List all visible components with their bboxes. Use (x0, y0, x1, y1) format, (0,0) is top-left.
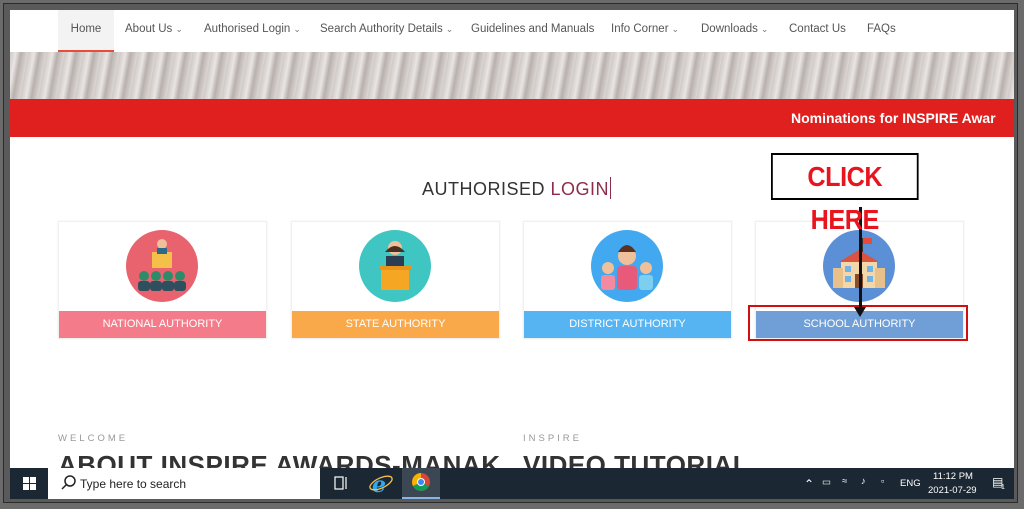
nav-downloads[interactable]: Downloads ⌄ (701, 10, 768, 50)
hero-banner-image (10, 52, 1014, 99)
nav-guidelines-label: Guidelines and Manuals (471, 23, 595, 35)
volume-icon[interactable]: ♪ (861, 476, 866, 487)
nav-authorised-login-label: Authorised Login (204, 23, 291, 35)
nav-about-us[interactable]: About Us ⌄ (125, 10, 183, 50)
text-cursor (610, 177, 612, 199)
announcement-marquee[interactable]: Nominations for INSPIRE Awar (791, 110, 996, 126)
nav-downloads-label: Downloads (701, 23, 758, 35)
national-authority-button[interactable]: NATIONAL AUTHORITY (59, 311, 266, 338)
windows-taskbar: Type here to search e ⌃ ▭ ≈ ♪ ▫ ENG 11:1… (10, 468, 1014, 499)
video-tutorial-title: VIDEO TUTORIAL (523, 450, 750, 468)
svg-text:e: e (372, 472, 386, 498)
language-indicator[interactable]: ENG (900, 478, 921, 489)
chevron-down-icon: ⌄ (293, 24, 301, 34)
welcome-eyebrow: WELCOME (58, 433, 129, 444)
windows-logo-icon (23, 477, 36, 490)
nav-about-us-label: About Us (125, 23, 173, 35)
notification-count: 1 (1001, 484, 1005, 491)
nav-contact-us-label: Contact Us (789, 23, 846, 35)
family-icon (591, 230, 663, 302)
national-authority-card: NATIONAL AUTHORITY (58, 221, 267, 339)
nav-home-label: Home (70, 23, 102, 35)
meet-now-icon[interactable]: ▫ (881, 476, 884, 487)
nav-contact-us[interactable]: Contact Us (789, 10, 846, 50)
search-placeholder: Type here to search (80, 477, 187, 491)
nav-home[interactable]: Home (58, 10, 114, 52)
inspire-eyebrow: INSPIRE (523, 433, 583, 444)
state-authority-button[interactable]: STATE AUTHORITY (292, 311, 499, 338)
wifi-icon[interactable]: ≈ (842, 476, 847, 487)
clock-time[interactable]: 11:12 PM (933, 471, 973, 482)
task-view-icon[interactable] (322, 468, 360, 499)
chevron-down-icon: ⌄ (175, 24, 183, 34)
start-button[interactable] (10, 468, 48, 499)
nav-authorised-login[interactable]: Authorised Login ⌄ (204, 10, 301, 50)
authorised-login-heading: AUTHORISED LOGIN (422, 177, 612, 200)
heading-part-1: AUTHORISED (422, 179, 551, 199)
internet-explorer-icon[interactable]: e (362, 468, 400, 499)
taskbar-search-box[interactable]: Type here to search (48, 468, 320, 499)
district-authority-card: DISTRICT AUTHORITY (523, 221, 732, 339)
nav-info-corner[interactable]: Info Corner ⌄ (611, 10, 679, 50)
nav-info-corner-label: Info Corner (611, 23, 669, 35)
chevron-down-icon: ⌄ (760, 24, 769, 34)
browser-page: Home About Us ⌄ Authorised Login ⌄ Search … (10, 10, 1014, 468)
main-navigation: Home About Us ⌄ Authorised Login ⌄ Search … (10, 10, 1014, 53)
podium-speaker-icon (359, 230, 431, 302)
speaker-audience-icon (126, 230, 198, 302)
chrome-icon[interactable] (402, 468, 440, 499)
heading-part-2: LOGIN (550, 179, 610, 199)
chevron-down-icon: ⌄ (671, 24, 680, 34)
click-here-callout: CLICK HERE (771, 153, 919, 235)
nav-search-authority-label: Search Authority Details (320, 23, 443, 35)
nav-guidelines[interactable]: Guidelines and Manuals (471, 10, 594, 50)
nav-faqs-label: FAQs (867, 23, 896, 35)
nav-faqs[interactable]: FAQs (867, 10, 896, 50)
about-section-title: ABOUT INSPIRE AWARDS-MANAK (58, 450, 501, 468)
state-authority-card: STATE AUTHORITY (291, 221, 500, 339)
chevron-down-icon: ⌄ (445, 24, 454, 34)
clock-date[interactable]: 2021-07-29 (928, 485, 977, 496)
arrow-head-icon (854, 307, 866, 317)
chevron-up-icon[interactable]: ⌃ (804, 477, 814, 491)
district-authority-button[interactable]: DISTRICT AUTHORITY (524, 311, 731, 338)
nav-search-authority[interactable]: Search Authority Details ⌄ (320, 10, 453, 50)
battery-icon[interactable]: ▭ (822, 477, 831, 488)
